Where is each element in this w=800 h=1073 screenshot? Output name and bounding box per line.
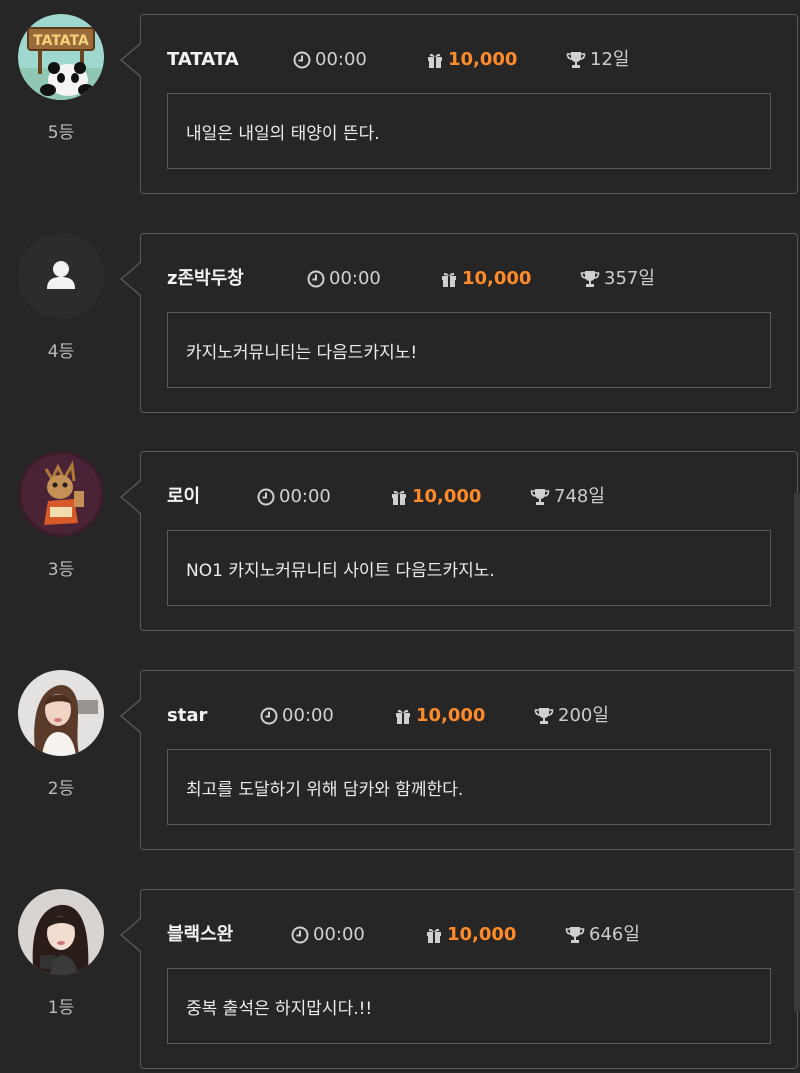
message-text: 카지노커뮤니티는 다음드카지노! [186, 342, 418, 363]
attendance-entry: 1등 블랙스완 00:00 10,000 646일 중복 출석은 하지맙시다.!… [0, 889, 800, 1073]
message-box: NO1 카지노커뮤니티 사이트 다음드카지노. [167, 530, 771, 606]
message-box: 최고를 도달하기 위해 담카와 함께한다. [167, 749, 771, 825]
gift-icon [426, 51, 444, 69]
time-value: 00:00 [279, 486, 331, 507]
days-value: 200일 [558, 705, 609, 726]
attendance-entry: 2등 star 00:00 10,000 200일 최고를 도달하기 위해 담카… [0, 670, 800, 854]
card-meta: 블랙스완 00:00 10,000 646일 [167, 922, 777, 948]
consecutive-days: 357일 [580, 266, 655, 292]
time-value: 00:00 [315, 49, 367, 70]
woman-photo-avatar-image [18, 670, 104, 756]
time-value: 00:00 [329, 268, 381, 289]
points-value: 10,000 [448, 49, 518, 70]
time-value: 00:00 [282, 705, 334, 726]
user-name[interactable]: TATATA [167, 47, 239, 73]
attendance-entry: TATATA 5등 TATATA 00:00 10,000 12일 내일은 내일… [0, 14, 800, 198]
consecutive-days: 748일 [530, 484, 605, 510]
avatar[interactable] [18, 451, 104, 537]
clock-icon [293, 51, 311, 69]
attendance-card: star 00:00 10,000 200일 최고를 도달하기 위해 담카와 함… [120, 670, 798, 850]
consecutive-days: 646일 [565, 922, 640, 948]
user-name[interactable]: 블랙스완 [167, 922, 233, 948]
check-in-time: 00:00 [291, 922, 365, 948]
attendance-entry: 4등 z존박두창 00:00 10,000 357일 카지노커뮤니티는 다음드카… [0, 233, 800, 417]
days-value: 748일 [554, 486, 605, 507]
rank-label: 5등 [47, 123, 75, 143]
trophy-icon [530, 488, 550, 506]
user-name[interactable]: star [167, 703, 207, 729]
trophy-icon [580, 270, 600, 288]
points-value: 10,000 [416, 705, 486, 726]
check-in-time: 00:00 [307, 266, 381, 292]
trophy-icon [565, 926, 585, 944]
attendance-entry: 3등 로이 00:00 10,000 748일 NO1 카지노커뮤니티 사이트 … [0, 451, 800, 635]
message-text: NO1 카지노커뮤니티 사이트 다음드카지노. [186, 560, 495, 581]
card-meta: 로이 00:00 10,000 748일 [167, 484, 777, 510]
user-name[interactable]: 로이 [167, 484, 200, 510]
consecutive-days: 200일 [534, 703, 609, 729]
points-reward: 10,000 [425, 922, 516, 948]
clock-icon [260, 707, 278, 725]
attendance-card: z존박두창 00:00 10,000 357일 카지노커뮤니티는 다음드카지노! [120, 233, 798, 413]
avatar[interactable] [18, 670, 104, 756]
message-text: 최고를 도달하기 위해 담카와 함께한다. [186, 779, 464, 800]
gift-icon [394, 707, 412, 725]
points-reward: 10,000 [426, 47, 517, 73]
avatar[interactable]: TATATA [18, 14, 104, 100]
gift-icon [390, 488, 408, 506]
points-value: 10,000 [447, 924, 517, 945]
attendance-card: 로이 00:00 10,000 748일 NO1 카지노커뮤니티 사이트 다음드… [120, 451, 798, 631]
points-value: 10,000 [412, 486, 482, 507]
trophy-icon [566, 51, 586, 69]
card-meta: z존박두창 00:00 10,000 357일 [167, 266, 777, 292]
days-value: 357일 [604, 268, 655, 289]
rank-label: 1등 [47, 998, 75, 1018]
card-meta: TATATA 00:00 10,000 12일 [167, 47, 777, 73]
message-text: 중복 출석은 하지맙시다.!! [186, 998, 373, 1019]
rank-label: 4등 [47, 342, 75, 362]
time-value: 00:00 [313, 924, 365, 945]
check-in-time: 00:00 [293, 47, 367, 73]
default-user-icon [18, 233, 104, 319]
attendance-card: 블랙스완 00:00 10,000 646일 중복 출석은 하지맙시다.!! [120, 889, 798, 1069]
clock-icon [291, 926, 309, 944]
days-value: 12일 [590, 49, 630, 70]
clock-icon [257, 488, 275, 506]
svg-text:TATATA: TATATA [33, 33, 89, 49]
panda-avatar-image: TATATA [18, 14, 104, 100]
days-value: 646일 [589, 924, 640, 945]
consecutive-days: 12일 [566, 47, 629, 73]
check-in-time: 00:00 [260, 703, 334, 729]
rank-label: 3등 [47, 560, 75, 580]
message-box: 카지노커뮤니티는 다음드카지노! [167, 312, 771, 388]
trophy-icon [534, 707, 554, 725]
avatar[interactable] [18, 233, 104, 319]
avatar[interactable] [18, 889, 104, 975]
message-text: 내일은 내일의 태양이 뜬다. [186, 123, 380, 144]
user-name[interactable]: z존박두창 [167, 266, 244, 292]
points-reward: 10,000 [390, 484, 481, 510]
message-box: 내일은 내일의 태양이 뜬다. [167, 93, 771, 169]
card-meta: star 00:00 10,000 200일 [167, 703, 777, 729]
check-in-time: 00:00 [257, 484, 331, 510]
message-box: 중복 출석은 하지맙시다.!! [167, 968, 771, 1044]
clock-icon [307, 270, 325, 288]
gift-icon [440, 270, 458, 288]
points-value: 10,000 [462, 268, 532, 289]
points-reward: 10,000 [394, 703, 485, 729]
points-reward: 10,000 [440, 266, 531, 292]
scrollbar-thumb[interactable] [794, 492, 800, 1012]
character-avatar-image [18, 451, 104, 537]
rank-label: 2등 [47, 779, 75, 799]
woman-photo-avatar-image [18, 889, 104, 975]
gift-icon [425, 926, 443, 944]
attendance-card: TATATA 00:00 10,000 12일 내일은 내일의 태양이 뜬다. [120, 14, 798, 194]
